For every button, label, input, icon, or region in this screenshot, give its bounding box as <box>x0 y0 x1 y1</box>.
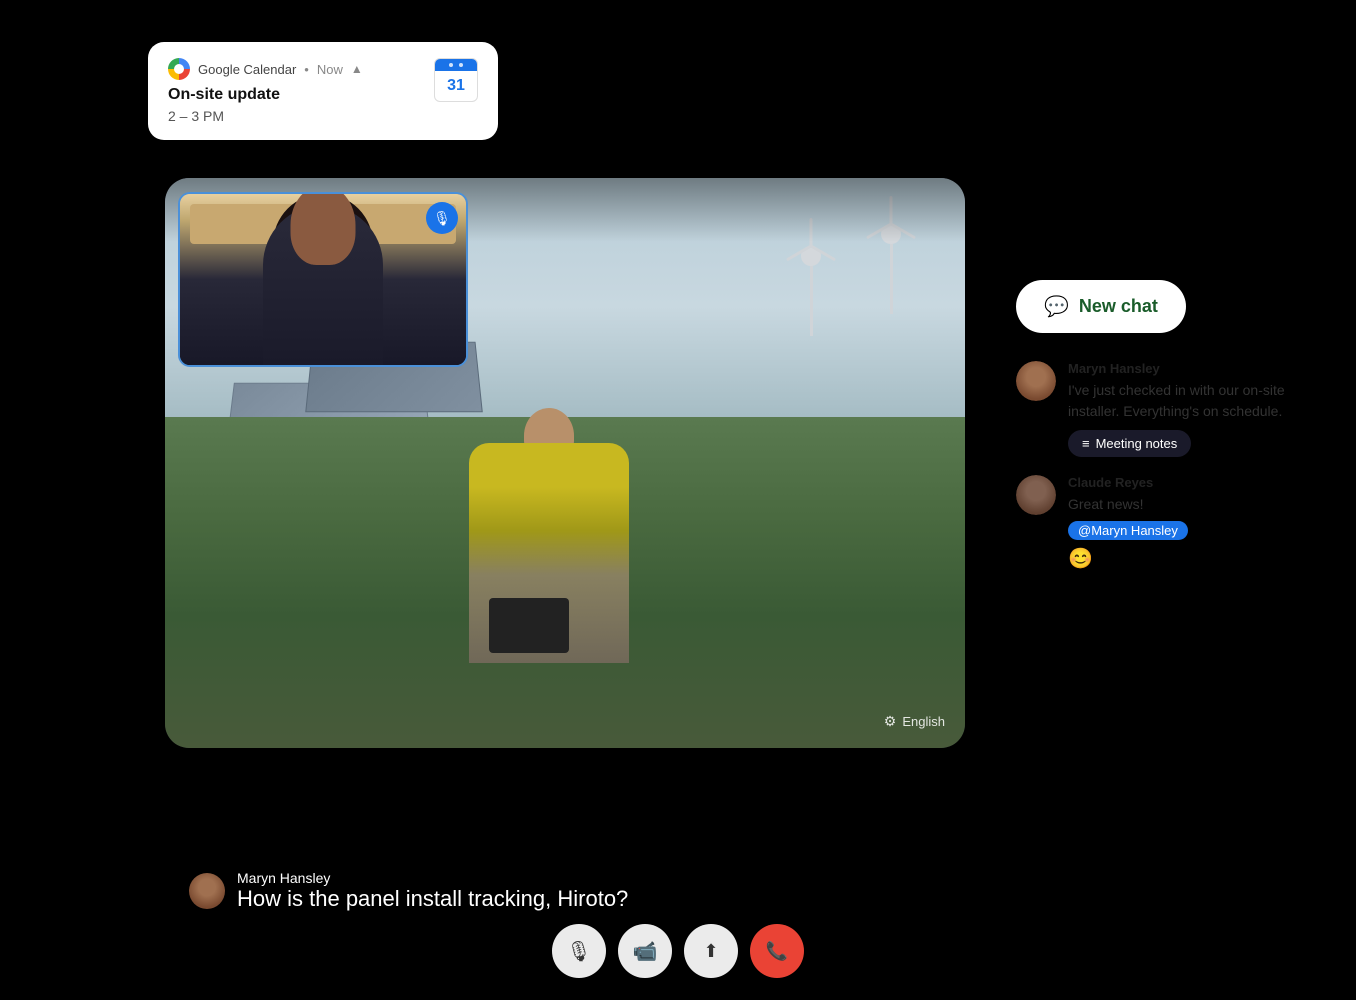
chat-message-1: Maryn Hansley I've just checked in with … <box>1016 361 1296 457</box>
notif-header: Google Calendar • Now ▲ <box>168 58 422 80</box>
camera-button[interactable]: 📹 <box>618 924 672 978</box>
new-chat-button[interactable]: 💬 New chat <box>1016 280 1186 333</box>
notif-time: Now <box>317 62 343 77</box>
language-label: ⚙ English <box>884 713 945 730</box>
self-view-video <box>180 194 466 365</box>
emoji-display: 😊 <box>1068 546 1296 571</box>
maryn-sender-name: Maryn Hansley <box>1068 361 1296 376</box>
mic-icon: 🎙 <box>566 939 591 964</box>
camera-icon: 📹 <box>633 939 658 964</box>
video-person <box>469 443 629 663</box>
present-button[interactable]: ⬆ <box>684 924 738 978</box>
maryn-message-body: I've just checked in with our on-site in… <box>1068 380 1296 422</box>
meeting-notes-chip[interactable]: ≡ Meeting notes <box>1068 430 1191 457</box>
calendar-31-icon: 31 <box>434 58 478 102</box>
settings-icon: ⚙ <box>884 713 897 730</box>
language-text: English <box>902 714 945 729</box>
avatar-claude <box>1016 475 1056 515</box>
mic-button[interactable]: 🎙 <box>552 924 606 978</box>
chat-bubble-claude: Claude Reyes Great news! @Maryn Hansley … <box>1068 475 1296 571</box>
maryn-avatar-image <box>1016 361 1056 401</box>
notif-title: On-site update <box>168 86 422 104</box>
avatar-maryn <box>1016 361 1056 401</box>
notif-chevron-icon: ▲ <box>351 62 363 76</box>
new-chat-label: New chat <box>1079 296 1158 317</box>
new-chat-icon: 💬 <box>1044 294 1069 319</box>
controls-bar: 🎙 📹 ⬆ 📞 <box>552 924 804 978</box>
claude-sender-name: Claude Reyes <box>1068 475 1296 490</box>
cal31-number: 31 <box>435 71 477 101</box>
turbine-1 <box>801 246 821 336</box>
meeting-notes-label: Meeting notes <box>1096 436 1178 451</box>
chat-message-2: Claude Reyes Great news! @Maryn Hansley … <box>1016 475 1296 571</box>
end-call-icon: 📞 <box>766 941 788 962</box>
claude-avatar-image <box>1016 475 1056 515</box>
calendar-notification: Google Calendar • Now ▲ On-site update 2… <box>148 42 498 140</box>
cal31-dots <box>449 63 463 67</box>
self-view-pip: 🎙 <box>178 192 468 367</box>
caption-text: How is the panel install tracking, Hirot… <box>237 886 628 912</box>
turbine-mast-1 <box>810 266 813 336</box>
present-icon: ⬆ <box>703 941 718 962</box>
caption-bar: Maryn Hansley How is the panel install t… <box>165 870 1356 912</box>
self-view-head <box>291 192 356 265</box>
caption-speaker-name: Maryn Hansley <box>237 870 628 886</box>
gcal-chrome-icon <box>168 58 190 80</box>
mention-chip: @Maryn Hansley <box>1068 521 1188 540</box>
meeting-notes-icon: ≡ <box>1082 436 1090 451</box>
notif-subtitle: 2 – 3 PM <box>168 108 422 124</box>
chat-panel: 💬 New chat Maryn Hansley I've just check… <box>1016 280 1296 589</box>
notif-content: Google Calendar • Now ▲ On-site update 2… <box>168 58 422 124</box>
person-laptop <box>489 598 569 653</box>
caption-speaker-avatar <box>189 873 225 909</box>
mic-active-indicator: 🎙 <box>426 202 458 234</box>
person-body <box>469 443 629 663</box>
end-call-button[interactable]: 📞 <box>750 924 804 978</box>
cal31-top <box>435 59 477 71</box>
chat-bubble-maryn: Maryn Hansley I've just checked in with … <box>1068 361 1296 457</box>
notif-app-name: Google Calendar <box>198 62 296 77</box>
turbine-mast-2 <box>890 244 893 314</box>
turbine-head-1 <box>801 246 821 266</box>
claude-message-body: Great news! <box>1068 494 1296 515</box>
notif-dot: • <box>304 62 309 77</box>
